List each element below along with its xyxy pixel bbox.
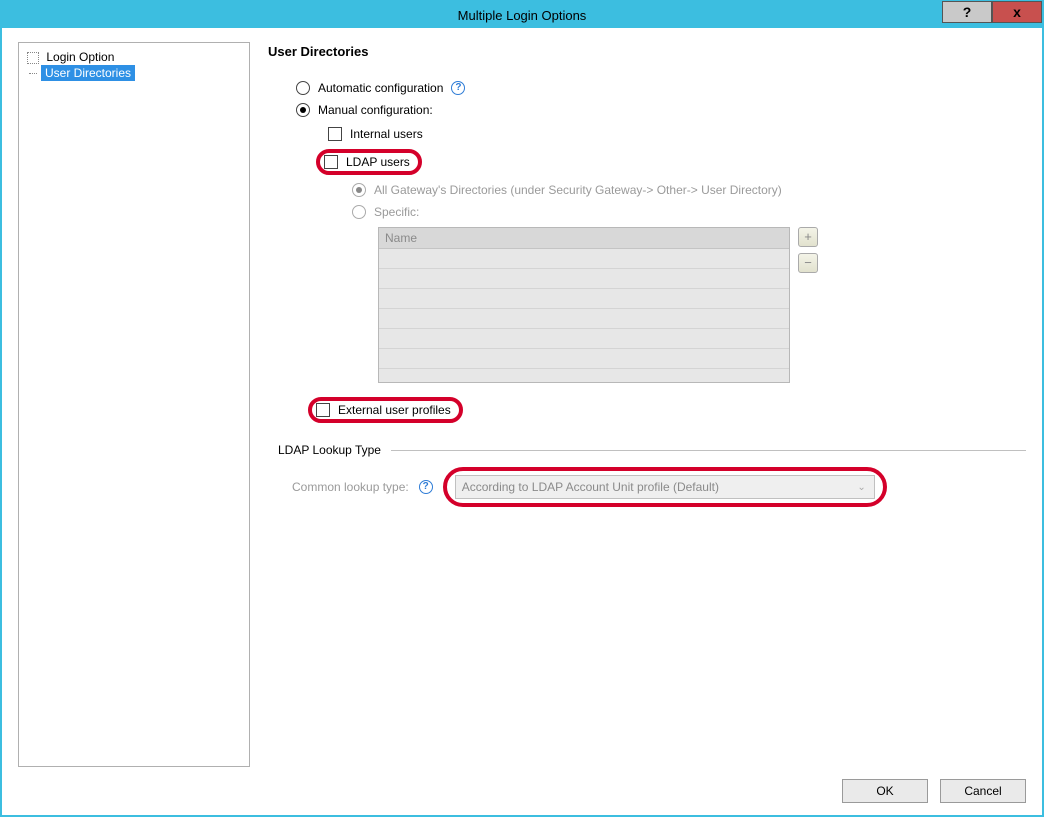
ldap-users-highlight: LDAP users [328,149,1026,175]
lookup-row: Common lookup type: ? According to LDAP … [292,467,1026,507]
radio-specific-label: Specific: [374,205,419,219]
radio-all-gateways-label: All Gateway's Directories (under Securit… [374,183,782,197]
table-row [379,329,789,349]
table-row [379,269,789,289]
radio-manual[interactable] [296,103,310,117]
titlebar-buttons: ? x [942,2,1042,28]
content-panel: User Directories Automatic configuration… [268,42,1026,767]
window-title: Multiple Login Options [458,8,587,23]
divider [391,450,1026,451]
specific-directories-box: Name + − [378,227,818,383]
table-row [379,249,789,269]
manual-options: Internal users LDAP users All Gateway's … [328,127,1026,219]
remove-button[interactable]: − [798,253,818,273]
tree-item-label: Login Option [46,50,114,64]
external-profiles-highlight: External user profiles [308,397,1026,423]
ldap-lookup-group-label: LDAP Lookup Type [278,443,381,457]
lookup-combo-value: According to LDAP Account Unit profile (… [462,480,719,494]
dialog-body: Login Option User Directories User Direc… [2,28,1042,815]
directories-table-header: Name [379,228,789,249]
radio-all-gateways-row: All Gateway's Directories (under Securit… [352,183,1026,197]
checkbox-internal-label: Internal users [350,127,423,141]
tree-item-label: User Directories [41,65,135,81]
close-button[interactable]: x [992,1,1042,23]
tree-item-user-directories[interactable]: User Directories [39,65,243,81]
add-remove-buttons: + − [798,227,818,273]
radio-manual-label: Manual configuration: [318,103,433,117]
titlebar: Multiple Login Options ? x [2,2,1042,28]
ok-button[interactable]: OK [842,779,928,803]
lookup-combo-highlight: According to LDAP Account Unit profile (… [443,467,887,507]
checkbox-external[interactable] [316,403,330,417]
checkbox-ldap[interactable] [324,155,338,169]
radio-manual-row: Manual configuration: [296,103,1026,117]
dialog-window: Multiple Login Options ? x Login Option … [0,0,1044,817]
dialog-footer: OK Cancel [18,767,1026,803]
checkbox-external-label: External user profiles [338,403,451,417]
directories-table-rows [379,249,789,369]
radio-automatic-label: Automatic configuration [318,81,443,95]
radio-automatic[interactable] [296,81,310,95]
main-row: Login Option User Directories User Direc… [18,42,1026,767]
help-icon[interactable]: ? [451,81,465,95]
tree-item-login-option[interactable]: Login Option [25,49,243,65]
radio-specific-row: Specific: [352,205,1026,219]
cancel-button[interactable]: Cancel [940,779,1026,803]
checkbox-ldap-label: LDAP users [346,155,410,169]
directories-table: Name [378,227,790,383]
help-button[interactable]: ? [942,1,992,23]
lookup-label: Common lookup type: [292,480,409,494]
table-row [379,309,789,329]
nav-tree: Login Option User Directories [18,42,250,767]
table-row [379,349,789,369]
table-row [379,289,789,309]
lookup-combo[interactable]: According to LDAP Account Unit profile (… [455,475,875,499]
add-button[interactable]: + [798,227,818,247]
checkbox-internal-row: Internal users [328,127,1026,141]
radio-all-gateways [352,183,366,197]
help-icon[interactable]: ? [419,480,433,494]
chevron-down-icon: ⌄ [857,482,865,493]
radio-automatic-row: Automatic configuration ? [296,81,1026,95]
checkbox-internal[interactable] [328,127,342,141]
radio-specific [352,205,366,219]
ldap-lookup-group: LDAP Lookup Type [278,443,1026,457]
page-title: User Directories [268,44,1026,59]
